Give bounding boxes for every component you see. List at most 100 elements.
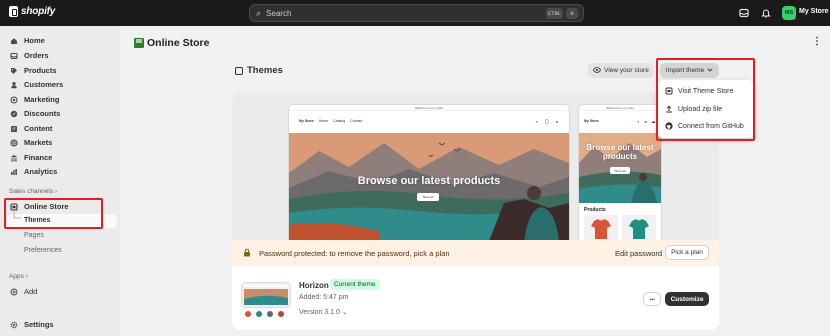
shop-all-button: Shop all <box>417 193 439 201</box>
desktop-preview: Welcome to my store My Store Home Catalo… <box>289 105 569 241</box>
sidebar-item-content[interactable]: Content <box>10 122 52 135</box>
sidebar-item-label: Products <box>24 66 57 75</box>
highlight-box-online-store <box>4 198 103 229</box>
sidebar-item-home[interactable]: Home <box>10 34 45 47</box>
customize-button[interactable]: Customize <box>665 292 709 306</box>
shop-all-button: Shop all <box>610 167 630 174</box>
sidebar-item-customers[interactable]: Customers <box>10 78 63 91</box>
sidebar-item-products[interactable]: Products <box>10 64 57 77</box>
tshirt-icon <box>629 219 649 239</box>
themes-section-title: Themes <box>235 65 283 76</box>
color-swatch <box>278 311 284 317</box>
chart-icon <box>10 168 18 176</box>
mobile-preview: Welcome to my store My Store ⌕ ◻ ☰ Brows… <box>579 105 661 241</box>
lock-icon <box>243 248 251 259</box>
theme-thumbnail-image <box>242 283 290 307</box>
sidebar-item-label: Analytics <box>24 167 58 176</box>
sidebar-item-label: Discounts <box>24 109 61 118</box>
person-icon <box>10 81 18 89</box>
theme-actions-button[interactable]: ··· <box>643 292 661 306</box>
target-icon <box>10 95 18 104</box>
sidebar-item-label: Home <box>24 36 45 45</box>
home-icon <box>10 37 18 45</box>
discount-icon <box>10 110 18 118</box>
sidebar-item-pages[interactable]: Pages <box>24 232 44 239</box>
preview-nav-contact: Contact <box>350 119 363 123</box>
chevron-right-icon: › <box>25 273 28 280</box>
chevron-right-icon: › <box>54 188 58 195</box>
shopify-logo[interactable]: shopify <box>9 6 55 17</box>
apps-heading[interactable]: Apps › <box>9 273 28 280</box>
shopping-bag-icon <box>9 6 18 17</box>
shortcut-ctrl: CTRL <box>546 8 563 19</box>
theme-preview-area[interactable]: Welcome to my store My Store Home Catalo… <box>232 93 719 241</box>
inbox-icon[interactable] <box>738 7 749 18</box>
shortcut-k: K <box>566 8 578 19</box>
pick-plan-button[interactable]: Pick a plan <box>665 245 709 260</box>
preview-nav: My Store <box>584 119 599 123</box>
sidebar-item-add-app[interactable]: Add <box>10 285 37 298</box>
sidebar-item-label: Customers <box>24 80 64 89</box>
gear-icon <box>10 321 18 329</box>
sidebar-item-orders[interactable]: Orders <box>10 49 49 62</box>
sales-channels-label: Sales channels <box>9 188 54 195</box>
search-input[interactable]: ⌕ Search CTRL K <box>249 4 584 22</box>
preview-header-icons: ⌕ ◯ ◻ <box>535 119 561 124</box>
password-banner-text: Password protected: to remove the passwo… <box>259 249 450 258</box>
themes-title-text: Themes <box>247 65 283 76</box>
search-placeholder: Search <box>266 8 292 18</box>
sidebar-item-discounts[interactable]: Discounts <box>10 107 60 120</box>
store-name[interactable]: My Store <box>799 8 829 15</box>
page-title-text: Online Store <box>147 37 210 49</box>
theme-icon <box>235 66 243 75</box>
sidebar-item-finance[interactable]: Finance <box>10 151 52 164</box>
avatar[interactable]: MS <box>782 6 796 20</box>
sidebar-item-markets[interactable]: Markets <box>10 136 52 149</box>
sidebar-item-analytics[interactable]: Analytics <box>10 165 57 178</box>
sales-channels-heading[interactable]: Sales channels › <box>9 188 57 195</box>
apps-label: Apps <box>9 273 24 280</box>
orders-icon <box>10 52 18 60</box>
globe-icon <box>10 138 18 147</box>
preview-nav: My Store Home Catalog Contact <box>299 119 362 123</box>
logo-text: shopify <box>21 6 56 17</box>
desktop-hero: Browse our latest products Shop all <box>289 133 569 241</box>
content-icon <box>10 125 18 133</box>
preview-nav-home: Home <box>318 119 329 123</box>
edit-password-link[interactable]: Edit password <box>615 249 662 258</box>
bell-icon[interactable] <box>760 7 771 18</box>
hero-heading: Browse our latest products <box>586 143 654 161</box>
mobile-hero: Browse our latest products Shop all <box>579 133 661 203</box>
sidebar-item-label: Add <box>24 287 38 296</box>
theme-added-time: Added: 5:47 pm <box>299 294 349 301</box>
bank-icon <box>10 154 18 162</box>
theme-thumbnail[interactable] <box>242 283 290 307</box>
product-tile <box>622 215 656 241</box>
theme-version: Version 3.1.0 <box>299 309 340 316</box>
tag-icon <box>10 67 18 75</box>
chevron-down-icon: ⌄ <box>341 309 348 316</box>
hero-landscape-illustration <box>289 133 569 241</box>
sidebar-item-label: Content <box>24 124 53 133</box>
preview-nav-catalog: Catalog <box>333 119 346 123</box>
tshirt-icon <box>591 219 611 239</box>
announcement-bar: Welcome to my store <box>579 105 661 111</box>
color-swatch <box>245 311 251 317</box>
page-title: Online Store <box>134 37 209 49</box>
sidebar-item-settings[interactable]: Settings <box>10 318 54 331</box>
view-store-button[interactable]: View your store <box>588 63 654 78</box>
plus-circle-icon <box>10 288 18 296</box>
sidebar-item-label: Orders <box>24 51 49 60</box>
password-banner: Password protected: to remove the passwo… <box>232 240 719 266</box>
sidebar-item-label: Markets <box>24 138 53 147</box>
theme-version-selector[interactable]: Version 3.1.0 ⌄ <box>299 308 348 316</box>
theme-name: Horizon <box>299 281 329 290</box>
page-more-actions-button[interactable]: ⋮ <box>812 36 822 47</box>
product-tile <box>584 215 618 241</box>
sidebar-item-preferences[interactable]: Preferences <box>24 247 62 254</box>
sidebar-item-marketing[interactable]: Marketing <box>10 93 59 106</box>
color-swatch <box>267 311 273 317</box>
highlight-box-import-theme <box>656 58 755 141</box>
color-swatch <box>256 311 262 317</box>
eye-icon <box>593 66 602 75</box>
